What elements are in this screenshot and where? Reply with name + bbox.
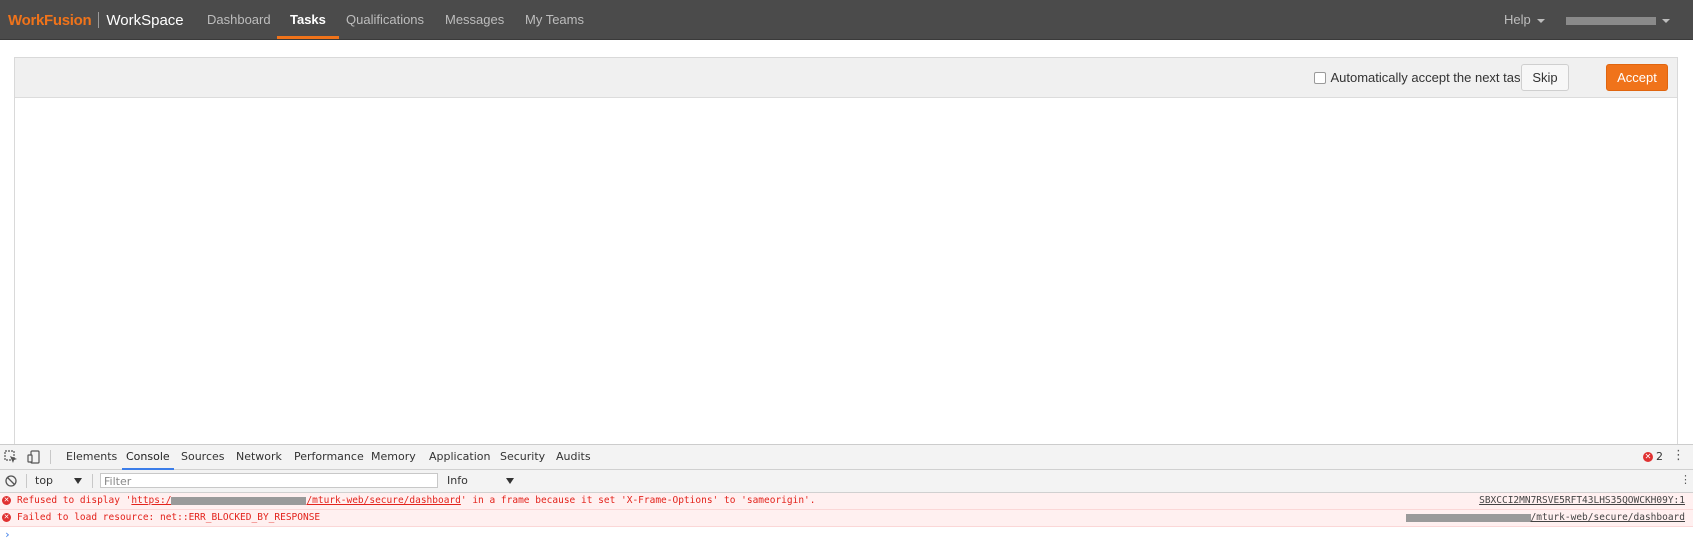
clear-console-icon[interactable] bbox=[4, 474, 18, 488]
error-icon: ✕ bbox=[1643, 451, 1653, 462]
console-settings-icon[interactable]: ⋮ bbox=[1680, 473, 1691, 486]
error-icon: ✕ bbox=[2, 496, 11, 505]
task-toolbar: Automatically accept the next task Skip … bbox=[15, 58, 1677, 98]
auto-accept-option[interactable]: Automatically accept the next task bbox=[1314, 70, 1527, 85]
error-counter[interactable]: ✕ 2 bbox=[1643, 450, 1663, 463]
message-suffix: ' in a frame because it set 'X-Frame-Opt… bbox=[460, 495, 816, 506]
tab-elements[interactable]: Elements bbox=[66, 445, 117, 469]
message-url[interactable]: https:/ /mturk-web/secure/dashboard bbox=[131, 495, 460, 506]
redacted-host bbox=[171, 496, 307, 505]
context-dropdown-icon[interactable] bbox=[74, 478, 82, 484]
message-source-link[interactable]: SBXCCI2MN7RSVE5RFT43LHS35QOWCKH09Y:1 bbox=[1479, 493, 1685, 509]
chevron-down-icon bbox=[1662, 18, 1670, 23]
message-source-link[interactable]: /mturk-web/secure/dashboard bbox=[1405, 510, 1685, 526]
nav-dashboard[interactable]: Dashboard bbox=[194, 0, 284, 39]
auto-accept-label: Automatically accept the next task bbox=[1330, 70, 1527, 85]
url-end: /mturk-web/secure/dashboard bbox=[306, 495, 461, 506]
error-icon: ✕ bbox=[2, 513, 11, 522]
message-prefix: Refused to display ' bbox=[17, 495, 132, 506]
user-menu[interactable] bbox=[1553, 0, 1683, 39]
tab-security[interactable]: Security bbox=[500, 445, 545, 469]
skip-button[interactable]: Skip bbox=[1521, 64, 1569, 91]
level-dropdown-icon[interactable] bbox=[506, 478, 514, 484]
filterbar-divider bbox=[26, 474, 27, 488]
nav-messages[interactable]: Messages bbox=[432, 0, 517, 39]
tab-network[interactable]: Network bbox=[236, 445, 282, 469]
devtools-tabbar: Elements Console Sources Network Perform… bbox=[0, 445, 1693, 470]
log-level-selector[interactable]: Info bbox=[447, 474, 468, 487]
task-panel: Automatically accept the next task Skip … bbox=[14, 57, 1678, 455]
console-output: ✕ Refused to display 'https:/ /mturk-web/… bbox=[0, 493, 1693, 543]
tab-memory[interactable]: Memory bbox=[371, 445, 416, 469]
tab-audits[interactable]: Audits bbox=[556, 445, 591, 469]
inspect-element-icon[interactable] bbox=[4, 450, 18, 464]
error-count: 2 bbox=[1656, 450, 1663, 463]
help-menu[interactable]: Help bbox=[1491, 0, 1558, 39]
more-options-icon[interactable]: ⋮ bbox=[1672, 449, 1685, 463]
brand[interactable]: WorkFusion WorkSpace bbox=[8, 10, 184, 30]
tab-sources[interactable]: Sources bbox=[181, 445, 225, 469]
console-prompt[interactable]: › bbox=[0, 527, 1693, 543]
console-error-message: ✕ Failed to load resource: net::ERR_BLOC… bbox=[0, 510, 1693, 527]
workfusion-logo: WorkFusion bbox=[8, 11, 92, 29]
nav-my-teams[interactable]: My Teams bbox=[512, 0, 597, 39]
context-selector[interactable]: top bbox=[35, 474, 53, 487]
url-start: https:/ bbox=[131, 495, 172, 506]
top-navbar: WorkFusion WorkSpace Dashboard Tasks Qua… bbox=[0, 0, 1693, 40]
device-toolbar-icon[interactable] bbox=[27, 450, 41, 464]
tab-performance[interactable]: Performance bbox=[294, 445, 364, 469]
task-frame bbox=[15, 98, 1677, 454]
help-label: Help bbox=[1504, 12, 1531, 27]
devtools-panel: Elements Console Sources Network Perform… bbox=[0, 444, 1693, 548]
nav-qualifications[interactable]: Qualifications bbox=[333, 0, 437, 39]
filterbar-divider bbox=[92, 474, 93, 488]
nav-tasks[interactable]: Tasks bbox=[277, 0, 339, 39]
console-filterbar: top Filter Info ⋮ bbox=[0, 470, 1693, 493]
tab-application[interactable]: Application bbox=[429, 445, 490, 469]
accept-button[interactable]: Accept bbox=[1606, 64, 1668, 91]
brand-divider bbox=[98, 12, 100, 28]
redacted-host bbox=[1405, 513, 1531, 522]
message-text: Failed to load resource: net::ERR_BLOCKE… bbox=[17, 512, 321, 523]
auto-accept-checkbox[interactable] bbox=[1314, 71, 1327, 84]
redacted-username bbox=[1566, 16, 1656, 25]
console-filter-input[interactable]: Filter bbox=[100, 473, 438, 488]
brand-product-name: WorkSpace bbox=[106, 11, 184, 29]
toolbar-divider bbox=[50, 450, 51, 464]
chevron-down-icon bbox=[1536, 18, 1545, 23]
console-error-message: ✕ Refused to display 'https:/ /mturk-web/… bbox=[0, 493, 1693, 510]
source-path: /mturk-web/secure/dashboard bbox=[1530, 512, 1685, 523]
tab-console[interactable]: Console bbox=[122, 445, 174, 470]
